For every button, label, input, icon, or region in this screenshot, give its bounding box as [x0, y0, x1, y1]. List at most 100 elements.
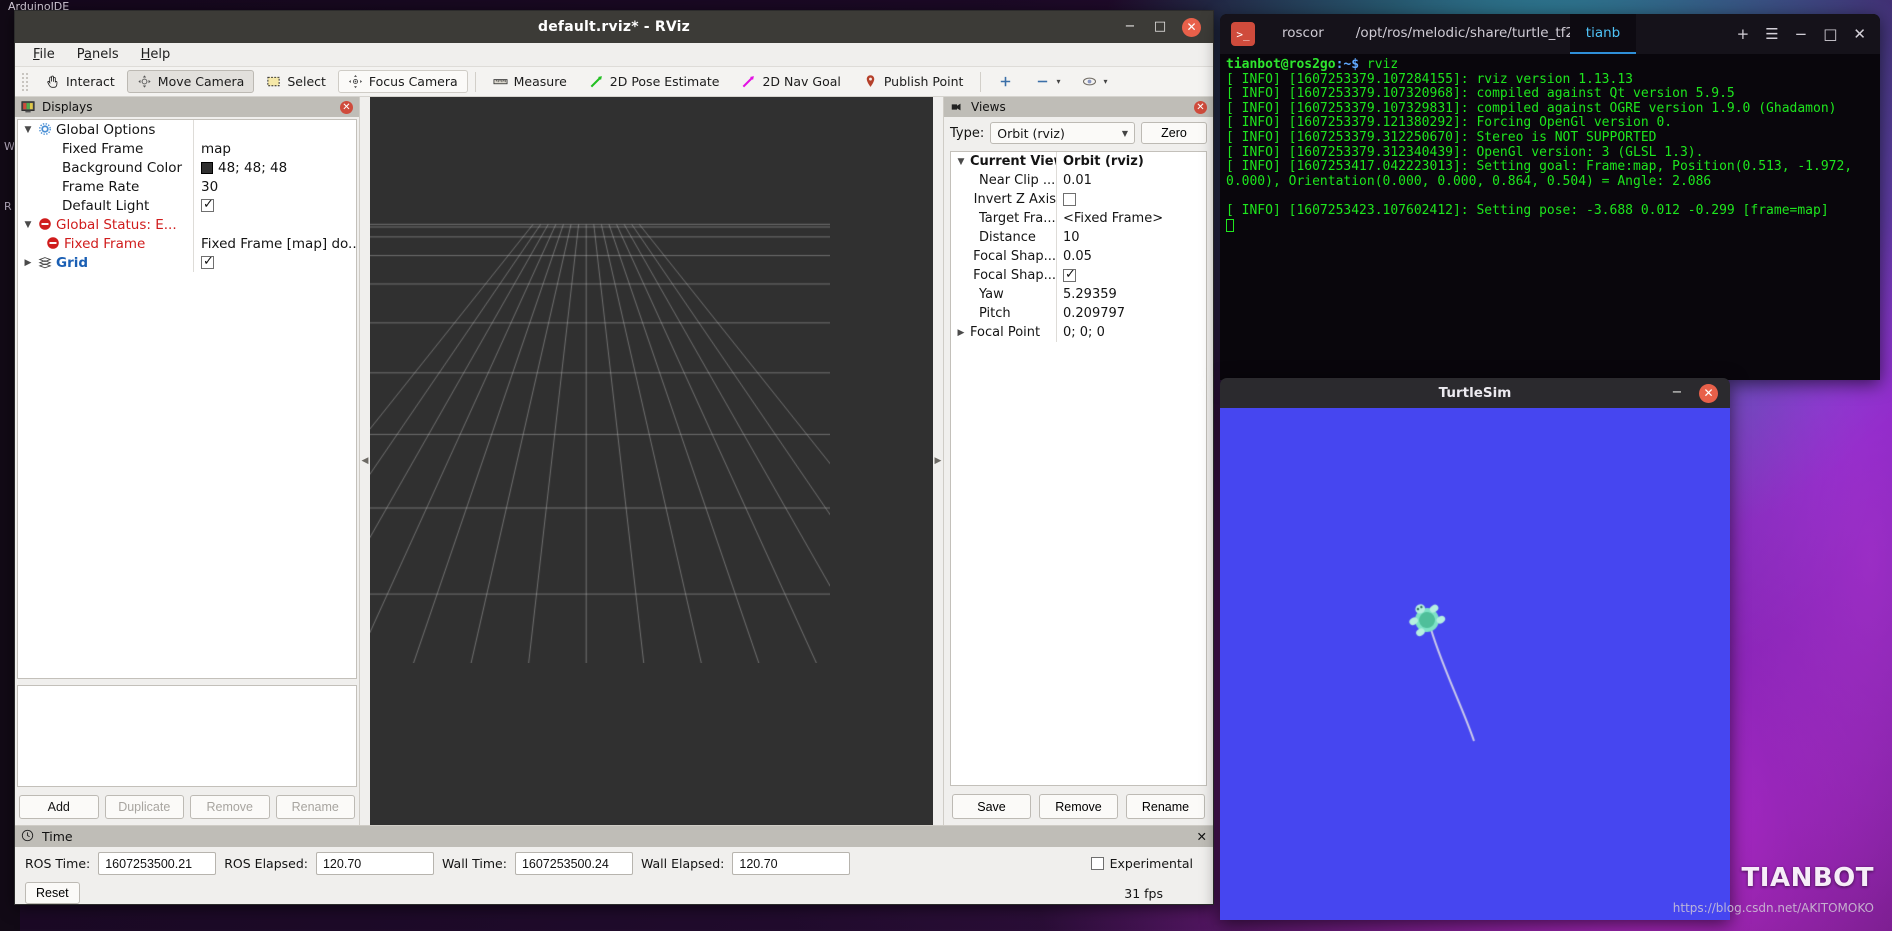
views-row-value-cell[interactable]: <Fixed Frame> — [1056, 209, 1206, 228]
views-save-button[interactable]: Save — [952, 794, 1031, 819]
terminal-tab-tianbot[interactable]: tianb — [1569, 14, 1637, 54]
displays-row-frame-rate[interactable]: Frame Rate 30 — [18, 177, 356, 196]
views-row-near-clip-distance[interactable]: Near Clip ... 0.01 — [951, 171, 1206, 190]
terminal-minimize-button[interactable]: − — [1795, 25, 1808, 43]
time-input-ros-elapsed[interactable] — [315, 852, 434, 875]
terminal-prompt-command: rviz — [1359, 57, 1399, 72]
terminal-maximize-button[interactable]: □ — [1823, 25, 1837, 43]
displays-row-grid[interactable]: ▶ Grid — [18, 253, 356, 272]
rviz-maximize-button[interactable]: □ — [1152, 19, 1168, 35]
time-input-wall-time[interactable] — [514, 852, 633, 875]
views-row-distance[interactable]: Distance 10 — [951, 228, 1206, 247]
experimental-checkbox[interactable] — [1090, 857, 1104, 870]
views-remove-button[interactable]: Remove — [1039, 794, 1118, 819]
turtlesim-close-button[interactable]: ✕ — [1699, 383, 1718, 403]
displays-row-value-cell[interactable] — [193, 253, 356, 272]
menu-file[interactable]: File — [33, 47, 55, 62]
toolbar-grip[interactable] — [21, 71, 29, 92]
terminal-menu-button[interactable]: ☰ — [1765, 25, 1778, 43]
views-row-value-cell[interactable]: 0; 0; 0 — [1056, 323, 1206, 342]
chevron-right-icon[interactable]: ▶ — [955, 328, 967, 338]
left-splitter[interactable]: ◀ — [360, 97, 370, 825]
menu-panels[interactable]: Panels — [77, 47, 119, 62]
chevron-right-icon[interactable]: ▶ — [22, 258, 34, 268]
displays-row-background-color[interactable]: Background Color 48; 48; 48 — [18, 158, 356, 177]
views-panel-close[interactable]: ✕ — [1194, 100, 1207, 114]
turtlesim-canvas[interactable] — [1220, 408, 1730, 920]
views-row-value-cell[interactable]: 10 — [1056, 228, 1206, 247]
displays-row-value-cell[interactable] — [193, 120, 356, 139]
views-row-invert-z-axis[interactable]: Invert Z Axis — [951, 190, 1206, 209]
checkbox[interactable] — [1063, 267, 1076, 282]
displays-row-value-cell[interactable] — [193, 215, 356, 234]
views-row-focal-shape-fixed-size[interactable]: Focal Shap... — [951, 266, 1206, 285]
displays-add-button[interactable]: Add — [19, 795, 99, 819]
views-row-value-cell[interactable] — [1056, 190, 1206, 209]
color-swatch[interactable] — [201, 161, 213, 174]
displays-row-fixed-frame-status[interactable]: Fixed Frame Fixed Frame [map] do... — [18, 234, 356, 253]
tool-focus-camera[interactable]: Focus Camera — [337, 70, 468, 93]
terminal-tab-roscore[interactable]: roscor — [1266, 14, 1340, 54]
toolbar-tool-properties-button[interactable]: ▾ — [1072, 70, 1117, 93]
rviz-titlebar[interactable]: default.rviz* - RViz − □ ✕ — [15, 11, 1213, 43]
views-row-value-cell[interactable]: 5.29359 — [1056, 285, 1206, 304]
checkbox[interactable] — [201, 197, 214, 212]
tool-2d-pose-estimate[interactable]: 2D Pose Estimate — [579, 70, 730, 93]
views-type-select[interactable]: Orbit (rviz) ▼ — [990, 122, 1135, 144]
displays-tree[interactable]: ▼ Global Options Fixed Frame map Background … — [17, 119, 357, 679]
turtlesim-titlebar[interactable]: TurtleSim − ✕ — [1220, 378, 1730, 408]
views-row-current-view[interactable]: ▼ Current View Orbit (rviz) — [951, 152, 1206, 171]
turtlesim-minimize-button[interactable]: − — [1669, 385, 1685, 401]
displays-row-global-status[interactable]: ▼ Global Status: E... — [18, 215, 356, 234]
displays-row-label: Global Status: E... — [56, 216, 177, 233]
displays-row-global-options[interactable]: ▼ Global Options — [18, 120, 356, 139]
chevron-down-icon[interactable]: ▼ — [22, 220, 34, 230]
views-row-value-cell[interactable]: 0.209797 — [1056, 304, 1206, 323]
render-view-3d[interactable] — [370, 97, 933, 825]
tool-interact[interactable]: Interact — [35, 70, 125, 93]
right-splitter[interactable]: ▶ — [933, 97, 943, 825]
displays-row-value-cell[interactable]: 30 — [193, 177, 356, 196]
time-panel-close[interactable]: ✕ — [1197, 829, 1207, 844]
terminal-output[interactable]: tianbot@ros2go:~$ rviz[ INFO] [160725337… — [1220, 54, 1880, 380]
menu-help[interactable]: Help — [141, 47, 171, 62]
views-row-pitch[interactable]: Pitch 0.209797 — [951, 304, 1206, 323]
terminal-close-button[interactable]: ✕ — [1853, 25, 1866, 43]
views-row-yaw[interactable]: Yaw 5.29359 — [951, 285, 1206, 304]
time-reset-button[interactable]: Reset — [25, 882, 80, 904]
displays-row-value-cell[interactable]: map — [193, 139, 356, 158]
tool-measure[interactable]: Measure — [483, 70, 577, 93]
checkbox[interactable] — [201, 254, 214, 269]
views-row-focal-point[interactable]: ▶ Focal Point 0; 0; 0 — [951, 323, 1206, 342]
rviz-close-button[interactable]: ✕ — [1182, 17, 1201, 37]
checkbox[interactable] — [1063, 193, 1076, 206]
views-row-focal-shape-size[interactable]: Focal Shap... 0.05 — [951, 247, 1206, 266]
chevron-down-icon[interactable]: ▼ — [22, 125, 34, 135]
tool-move-camera[interactable]: Move Camera — [126, 70, 255, 93]
displays-row-value-cell[interactable] — [193, 196, 356, 215]
time-input-wall-elapsed[interactable] — [732, 852, 851, 875]
views-row-value-cell[interactable]: 0.05 — [1056, 247, 1206, 266]
displays-row-value-cell[interactable]: Fixed Frame [map] do... — [193, 234, 356, 253]
toolbar-remove-tool-button[interactable]: ▾ — [1025, 70, 1070, 93]
tool-2d-nav-goal[interactable]: 2D Nav Goal — [731, 70, 850, 93]
chevron-down-icon[interactable]: ▼ — [955, 157, 967, 167]
terminal-tab-turtle-tf[interactable]: /opt/ros/melodic/share/turtle_tf2 — [1340, 14, 1570, 54]
views-row-value-cell[interactable]: Orbit (rviz) — [1056, 152, 1206, 171]
time-input-ros-time[interactable] — [98, 852, 217, 875]
toolbar-add-tool-button[interactable] — [988, 70, 1023, 93]
tool-select[interactable]: Select — [256, 70, 336, 93]
displays-panel-close[interactable]: ✕ — [340, 100, 353, 114]
views-tree[interactable]: ▼ Current View Orbit (rviz) Near Clip ... 0.… — [950, 151, 1207, 786]
views-row-target-frame[interactable]: Target Fra... <Fixed Frame> — [951, 209, 1206, 228]
views-row-value-cell[interactable] — [1056, 266, 1206, 285]
rviz-minimize-button[interactable]: − — [1122, 19, 1138, 35]
terminal-new-tab-button[interactable]: + — [1737, 25, 1750, 43]
displays-row-fixed-frame[interactable]: Fixed Frame map — [18, 139, 356, 158]
displays-row-value-cell[interactable]: 48; 48; 48 — [193, 158, 356, 177]
views-rename-button[interactable]: Rename — [1126, 794, 1205, 819]
displays-row-default-light[interactable]: Default Light — [18, 196, 356, 215]
views-row-value-cell[interactable]: 0.01 — [1056, 171, 1206, 190]
tool-publish-point[interactable]: Publish Point — [853, 70, 974, 93]
views-zero-button[interactable]: Zero — [1141, 122, 1207, 144]
